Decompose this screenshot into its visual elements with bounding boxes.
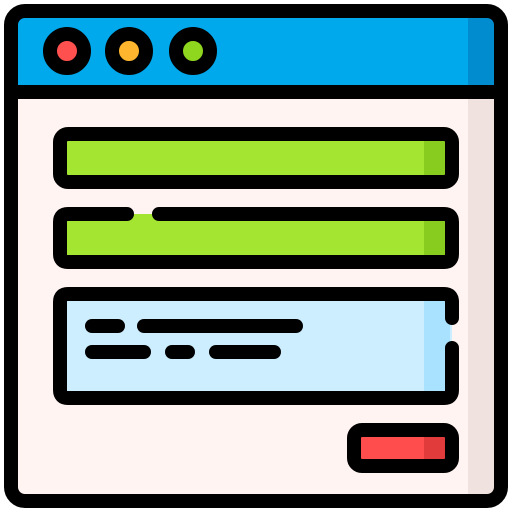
form-textarea[interactable] bbox=[53, 287, 459, 405]
title-bar-shade bbox=[468, 14, 498, 92]
submit-button[interactable] bbox=[347, 423, 459, 473]
form-window-illustration bbox=[0, 0, 512, 512]
form-field-1[interactable] bbox=[53, 127, 459, 189]
maximize-dot-icon[interactable] bbox=[169, 27, 217, 75]
form-field-2[interactable] bbox=[53, 207, 459, 269]
window-body-shade bbox=[468, 92, 496, 494]
close-dot-icon[interactable] bbox=[43, 27, 91, 75]
form-window-svg bbox=[4, 4, 508, 508]
minimize-dot-icon[interactable] bbox=[105, 27, 153, 75]
